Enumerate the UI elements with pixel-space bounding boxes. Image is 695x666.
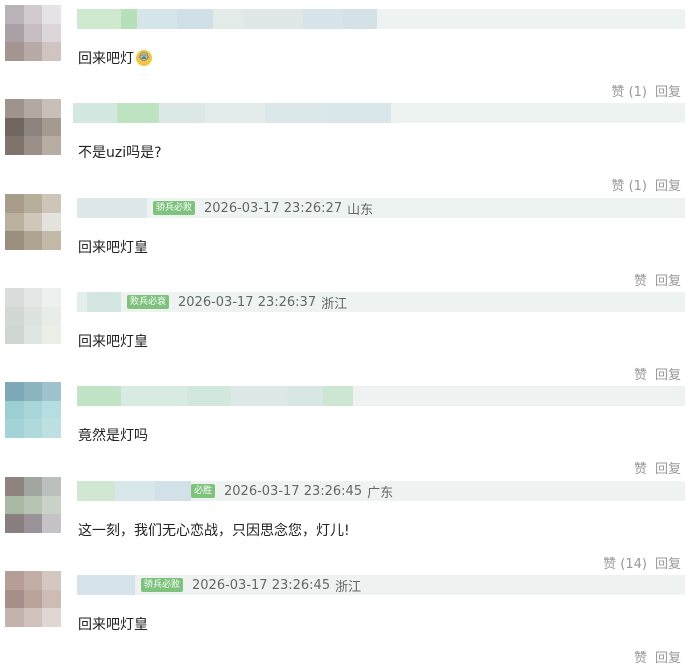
username-blurred[interactable] [77,386,353,406]
fan-badge: 骄兵必败 [141,578,184,592]
like-button[interactable]: 赞 [634,458,647,477]
comment-location: 广东 [367,485,394,501]
comment-item: 不是uzi吗是? 赞 (1) 回复 [0,99,695,194]
comment-text-content: 回来吧灯 [78,51,134,67]
comment-text: 回来吧灯 😭 [78,48,152,68]
avatar[interactable] [5,477,61,533]
avatar[interactable] [5,194,61,250]
comment-item: 必胜 2026-03-17 23:26:45 广东 这一刻，我们无心恋战，只因思… [0,477,695,572]
username-blurred[interactable] [73,103,391,123]
like-button[interactable]: 赞 (1) [611,81,647,100]
comment-text-content: 不是uzi吗是? [78,145,162,161]
comment-header [77,9,685,29]
comment-header: 骄兵必败 2026-03-17 23:26:27 山东 [77,198,685,218]
reply-button[interactable]: 回复 [655,553,681,572]
reply-button[interactable]: 回复 [655,647,681,666]
like-label: 赞 [633,368,647,383]
comment-item: 骄兵必败 2026-03-17 23:26:45 浙江 回来吧灯皇 赞 回复 [0,571,695,666]
like-label: 赞 [633,651,647,666]
like-button[interactable]: 赞 (1) [611,175,647,194]
comment-text: 回来吧灯皇 [78,614,148,634]
avatar[interactable] [5,382,61,438]
comment-text: 不是uzi吗是? [78,142,162,162]
comment-actions: 赞 (1) 回复 [611,175,681,194]
comment-location: 浙江 [321,296,348,312]
comment-timestamp: 2026-03-17 23:26:45 [192,577,331,593]
like-count: (1) [628,85,647,100]
comment-header: 骄兵必败 2026-03-17 23:26:45 浙江 [77,575,685,595]
comment-text-content: 这一刻，我们无心恋战，只因思念您，灯儿! [78,523,350,539]
comment-text-content: 竟然是灯吗 [78,428,148,444]
comment-timestamp: 2026-03-17 23:26:27 [204,200,343,216]
crying-face-icon: 😭 [136,50,152,66]
username-blurred[interactable] [77,481,191,501]
comment-item: 骄兵必败 2026-03-17 23:26:27 山东 回来吧灯皇 赞 回复 [0,194,695,289]
comment-header: 必胜 2026-03-17 23:26:45 广东 [77,481,685,501]
username-blurred[interactable] [77,575,135,595]
username-blurred[interactable] [77,292,121,312]
comment-text: 回来吧灯皇 [78,331,148,351]
comment-actions: 赞 回复 [634,647,681,666]
comment-text-content: 回来吧灯皇 [78,334,148,350]
avatar[interactable] [5,99,61,155]
avatar[interactable] [5,571,61,627]
comment-header [73,103,685,123]
reply-button[interactable]: 回复 [655,81,681,100]
fan-badge: 必胜 [191,484,216,498]
avatar[interactable] [5,5,61,61]
comment-actions: 赞 回复 [634,458,681,477]
reply-button[interactable]: 回复 [655,175,681,194]
comment-text-content: 回来吧灯皇 [78,617,148,633]
like-label: 赞 [603,557,617,572]
like-count: (1) [628,179,647,194]
like-label: 赞 [611,179,625,194]
comment-item: 败兵必衰 2026-03-17 23:26:37 浙江 回来吧灯皇 赞 回复 [0,288,695,383]
like-label: 赞 [633,462,647,477]
like-label: 赞 [633,274,647,289]
comment-actions: 赞 回复 [634,270,681,289]
like-button[interactable]: 赞 (14) [603,553,647,572]
comment-header [77,386,685,406]
comment-text: 回来吧灯皇 [78,237,148,257]
reply-button[interactable]: 回复 [655,458,681,477]
like-button[interactable]: 赞 [634,647,647,666]
comment-timestamp: 2026-03-17 23:26:45 [224,483,363,499]
fan-badge: 骄兵必败 [153,201,196,215]
comment-location: 浙江 [335,579,362,595]
comment-header: 败兵必衰 2026-03-17 23:26:37 浙江 [77,292,685,312]
comment-actions: 赞 (14) 回复 [603,553,681,572]
username-blurred[interactable] [77,9,377,29]
reply-button[interactable]: 回复 [655,364,681,383]
like-button[interactable]: 赞 [634,270,647,289]
comment-text-content: 回来吧灯皇 [78,240,148,256]
username-blurred[interactable] [77,198,147,218]
comment-actions: 赞 (1) 回复 [611,81,681,100]
fan-badge: 败兵必衰 [127,295,170,309]
comment-location: 山东 [347,202,374,218]
comment-item: 竟然是灯吗 赞 回复 [0,382,695,477]
like-button[interactable]: 赞 [634,364,647,383]
comment-text: 竟然是灯吗 [78,425,148,445]
like-label: 赞 [611,85,625,100]
comment-timestamp: 2026-03-17 23:26:37 [178,294,317,310]
comment-text: 这一刻，我们无心恋战，只因思念您，灯儿! [78,520,350,540]
comment-item: 回来吧灯 😭 赞 (1) 回复 [0,5,695,100]
comment-actions: 赞 回复 [634,364,681,383]
reply-button[interactable]: 回复 [655,270,681,289]
like-count: (14) [620,557,647,572]
avatar[interactable] [5,288,61,344]
